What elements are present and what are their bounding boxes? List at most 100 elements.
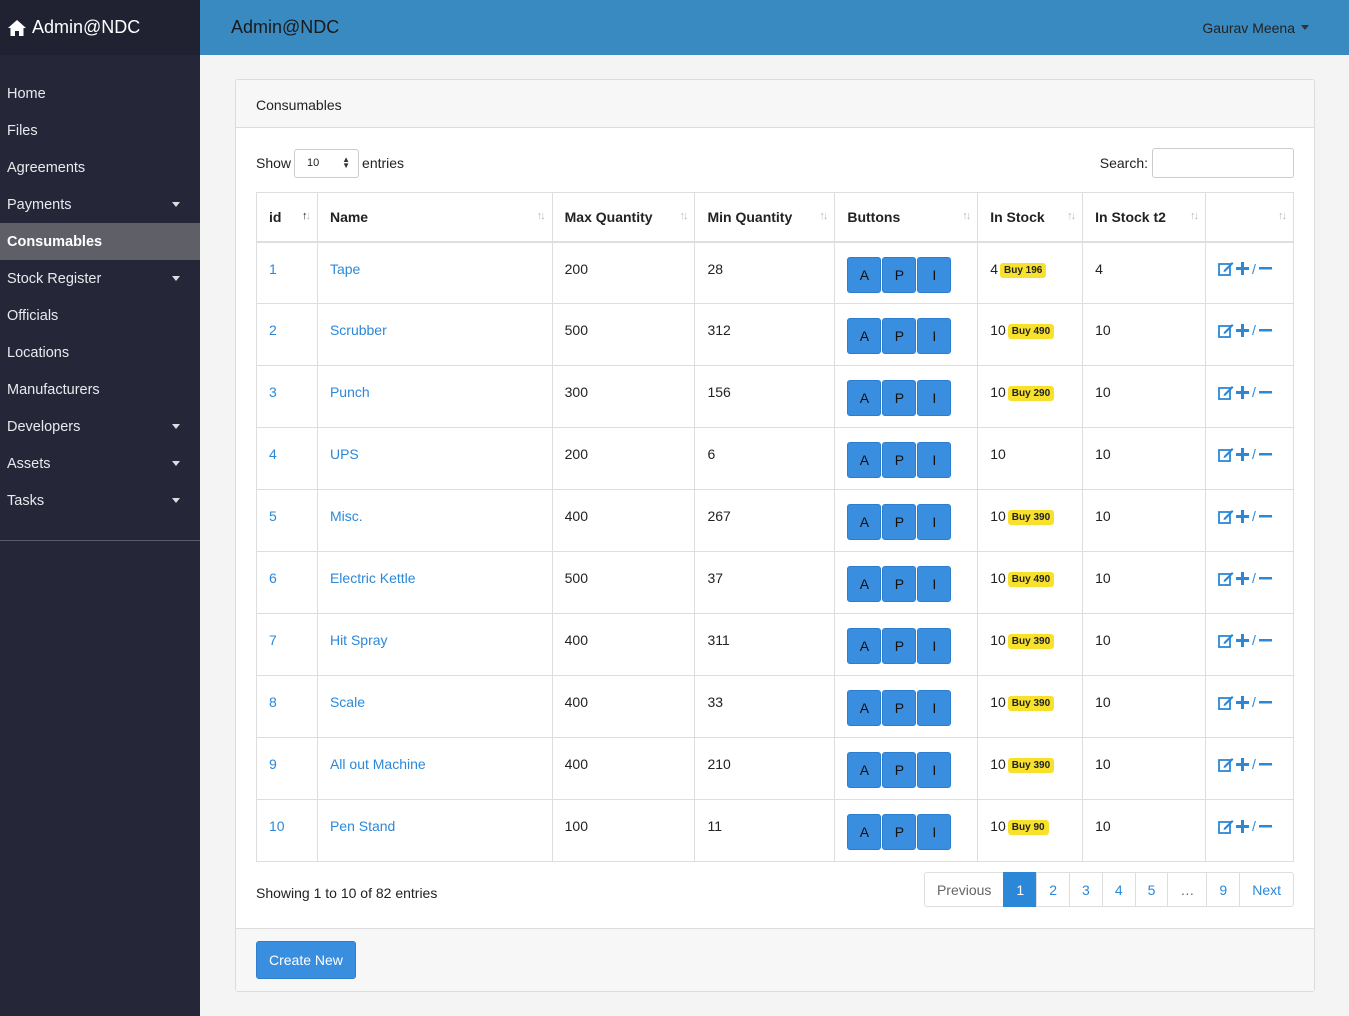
- column-header-name[interactable]: Name ↑↓: [316, 192, 553, 243]
- row-name-link[interactable]: All out Machine: [330, 756, 426, 772]
- row-name-link[interactable]: Scale: [330, 694, 365, 710]
- search-input[interactable]: [1152, 148, 1294, 178]
- row-id-link[interactable]: 10: [269, 818, 285, 834]
- row-name-link[interactable]: Tape: [330, 261, 360, 277]
- row-i-button[interactable]: I: [917, 442, 952, 478]
- row-i-button[interactable]: I: [917, 566, 952, 602]
- plus-icon[interactable]: [1235, 447, 1249, 461]
- row-i-button[interactable]: I: [917, 814, 952, 850]
- sidebar-item-files[interactable]: Files: [0, 112, 200, 149]
- row-a-button[interactable]: A: [847, 318, 882, 354]
- row-i-button[interactable]: I: [917, 628, 952, 664]
- minus-icon[interactable]: [1258, 448, 1272, 461]
- row-id-link[interactable]: 6: [269, 570, 277, 586]
- row-p-button[interactable]: P: [882, 690, 917, 726]
- minus-icon[interactable]: [1258, 758, 1272, 771]
- sidebar-item-locations[interactable]: Locations: [0, 334, 200, 371]
- row-a-button[interactable]: A: [847, 752, 882, 788]
- edit-icon[interactable]: [1218, 695, 1234, 710]
- plus-icon[interactable]: [1235, 385, 1249, 399]
- row-a-button[interactable]: A: [847, 256, 882, 293]
- row-a-button[interactable]: A: [847, 628, 882, 664]
- user-menu[interactable]: Gaurav Meena: [1202, 20, 1309, 36]
- row-p-button[interactable]: P: [882, 814, 917, 850]
- row-name-link[interactable]: Electric Kettle: [330, 570, 416, 586]
- edit-icon[interactable]: [1218, 633, 1234, 648]
- sidebar-item-tasks[interactable]: Tasks: [0, 482, 200, 519]
- row-p-button[interactable]: P: [882, 752, 917, 788]
- plus-icon[interactable]: [1235, 695, 1249, 709]
- pagination-page-5[interactable]: 5: [1134, 872, 1169, 907]
- edit-icon[interactable]: [1218, 819, 1234, 834]
- minus-icon[interactable]: [1258, 572, 1272, 585]
- row-i-button[interactable]: I: [917, 256, 952, 293]
- plus-icon[interactable]: [1235, 571, 1249, 585]
- row-id-link[interactable]: 5: [269, 508, 277, 524]
- column-header-buttons[interactable]: Buttons ↑↓: [834, 192, 979, 243]
- column-header-id[interactable]: id ↑↓: [256, 192, 318, 243]
- sidebar-item-manufacturers[interactable]: Manufacturers: [0, 371, 200, 408]
- row-name-link[interactable]: Scrubber: [330, 322, 387, 338]
- length-select[interactable]: 10 ▲ ▼: [294, 148, 360, 178]
- pagination-page-4[interactable]: 4: [1101, 872, 1136, 907]
- row-id-link[interactable]: 4: [269, 446, 277, 462]
- column-header-actions[interactable]: ↑↓: [1204, 192, 1295, 243]
- row-id-link[interactable]: 9: [269, 756, 277, 772]
- row-name-link[interactable]: Punch: [330, 384, 370, 400]
- edit-icon[interactable]: [1218, 757, 1234, 772]
- column-header-max-quantity[interactable]: Max Quantity ↑↓: [551, 192, 696, 243]
- edit-icon[interactable]: [1218, 447, 1234, 462]
- row-id-link[interactable]: 7: [269, 632, 277, 648]
- row-i-button[interactable]: I: [917, 380, 952, 416]
- pagination-page-9[interactable]: 9: [1206, 872, 1241, 907]
- row-p-button[interactable]: P: [882, 442, 917, 478]
- row-a-button[interactable]: A: [847, 814, 882, 850]
- pagination-page-1[interactable]: 1: [1003, 872, 1038, 907]
- sidebar-item-developers[interactable]: Developers: [0, 408, 200, 445]
- row-name-link[interactable]: Pen Stand: [330, 818, 395, 834]
- minus-icon[interactable]: [1258, 262, 1272, 275]
- row-p-button[interactable]: P: [882, 256, 917, 293]
- edit-icon[interactable]: [1218, 509, 1234, 524]
- column-header-in-stock[interactable]: In Stock ↑↓: [977, 192, 1084, 243]
- edit-icon[interactable]: [1218, 323, 1234, 338]
- pagination-previous[interactable]: Previous: [923, 872, 1005, 907]
- row-p-button[interactable]: P: [882, 628, 917, 664]
- sidebar-item-officials[interactable]: Officials: [0, 297, 200, 334]
- plus-icon[interactable]: [1235, 262, 1249, 275]
- sidebar-item-stock-register[interactable]: Stock Register: [0, 260, 200, 297]
- plus-icon[interactable]: [1235, 633, 1249, 647]
- minus-icon[interactable]: [1258, 820, 1272, 833]
- plus-icon[interactable]: [1235, 323, 1249, 337]
- row-p-button[interactable]: P: [882, 566, 917, 602]
- row-i-button[interactable]: I: [917, 318, 952, 354]
- row-i-button[interactable]: I: [917, 752, 952, 788]
- sidebar-item-agreements[interactable]: Agreements: [0, 149, 200, 186]
- row-a-button[interactable]: A: [847, 566, 882, 602]
- sidebar-item-payments[interactable]: Payments: [0, 186, 200, 223]
- row-name-link[interactable]: Hit Spray: [330, 632, 388, 648]
- sidebar-item-home[interactable]: Home: [0, 75, 200, 112]
- row-name-link[interactable]: UPS: [330, 446, 359, 462]
- row-a-button[interactable]: A: [847, 380, 882, 416]
- column-header-in-stock-t2[interactable]: In Stock t2 ↑↓: [1082, 192, 1206, 243]
- row-id-link[interactable]: 2: [269, 322, 277, 338]
- row-p-button[interactable]: P: [882, 504, 917, 540]
- brand[interactable]: Admin@NDC: [0, 0, 200, 55]
- row-p-button[interactable]: P: [882, 318, 917, 354]
- edit-icon[interactable]: [1218, 261, 1234, 276]
- row-a-button[interactable]: A: [847, 504, 882, 540]
- plus-icon[interactable]: [1235, 757, 1249, 771]
- minus-icon[interactable]: [1258, 324, 1272, 337]
- sidebar-item-assets[interactable]: Assets: [0, 445, 200, 482]
- row-id-link[interactable]: 3: [269, 384, 277, 400]
- sidebar-item-consumables[interactable]: Consumables: [0, 223, 200, 260]
- row-a-button[interactable]: A: [847, 442, 882, 478]
- column-header-min-quantity[interactable]: Min Quantity ↑↓: [694, 192, 836, 243]
- minus-icon[interactable]: [1258, 696, 1272, 709]
- row-a-button[interactable]: A: [847, 690, 882, 726]
- minus-icon[interactable]: [1258, 386, 1272, 399]
- pagination-next[interactable]: Next: [1239, 872, 1294, 907]
- minus-icon[interactable]: [1258, 634, 1272, 647]
- pagination-page-3[interactable]: 3: [1069, 872, 1103, 907]
